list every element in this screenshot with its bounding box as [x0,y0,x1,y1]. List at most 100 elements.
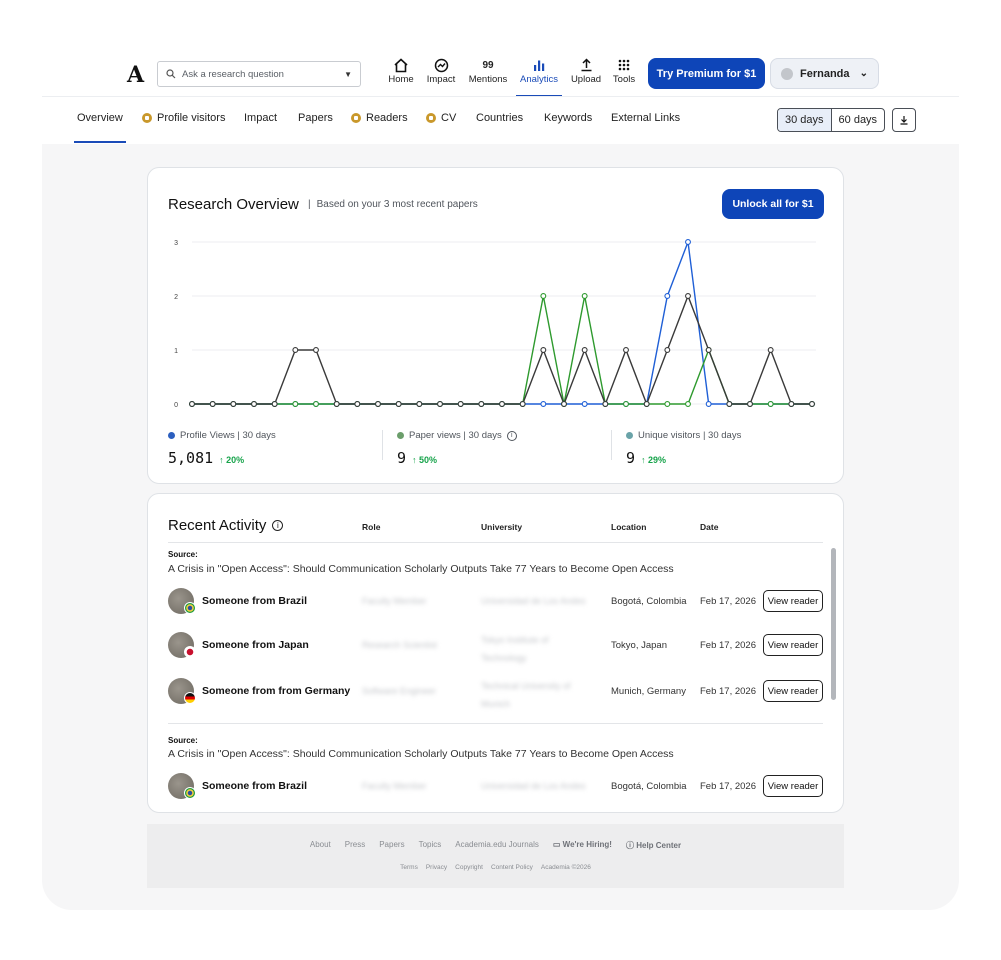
nav-analytics[interactable]: Analytics [514,56,564,97]
recent-activity-card: Recent Activity i Role University Locatio… [147,493,844,813]
tab-overview[interactable]: Overview [74,112,126,143]
footer-copyright-text: Academia ©2026 [540,864,591,871]
top-navigation: A Ask a research question ▼ Home Impact … [0,52,1001,97]
footer-link-papers[interactable]: Papers [379,840,404,851]
range-60-days-button[interactable]: 60 days [832,109,885,131]
activity-row: Someone from from Germany Software Engin… [168,676,828,709]
try-premium-button[interactable]: Try Premium for $1 [648,58,765,89]
data-point-2 [478,401,485,407]
column-university: University [481,522,523,532]
data-point-1 [623,401,629,407]
view-reader-button[interactable]: View reader [763,680,823,702]
caret-down-icon[interactable]: ▼ [344,70,352,79]
data-point-2 [561,401,567,407]
view-reader-button[interactable]: View reader [763,775,823,797]
data-point-0 [581,401,588,407]
data-point-2 [602,401,609,407]
data-point-2 [230,401,237,407]
footer-link-terms[interactable]: Terms [400,864,418,871]
data-point-1 [292,401,299,407]
analytics-icon [514,56,564,74]
search-icon [166,69,176,79]
paper-views-legend-dot [397,432,404,439]
series-line-0 [192,241,812,405]
tab-profile-visitors[interactable]: Profile visitors [142,112,225,124]
data-point-1 [581,293,588,299]
footer-link-copyright[interactable]: Copyright [455,864,483,871]
germany-flag-icon [184,692,196,704]
download-button[interactable] [892,108,916,132]
overview-subtitle: Based on your 3 most recent papers [308,199,478,210]
footer-link-about[interactable]: About [310,840,331,851]
reader-role: Software Engineer [362,686,437,696]
view-reader-button[interactable]: View reader [763,590,823,612]
data-point-2 [705,347,712,353]
data-point-2 [271,401,278,407]
user-name: Fernanda [800,67,850,80]
user-menu-button[interactable]: Fernanda ⌄ [770,58,879,89]
tab-countries[interactable]: Countries [476,112,523,124]
reader-date: Feb 17, 2026 [700,596,756,607]
footer-link-hiring[interactable]: ▭ We're Hiring! [553,840,612,851]
footer-link-content-policy[interactable]: Content Policy [491,864,533,871]
date-range-toggle: 30 days 60 days [777,108,886,132]
footer-link-press[interactable]: Press [345,840,365,851]
tab-keywords[interactable]: Keywords [544,112,592,124]
lock-icon [142,113,152,123]
data-point-2 [333,401,340,407]
nav-mentions[interactable]: 99 Mentions [463,56,513,86]
unique-visitors-value: 9 [626,449,636,467]
y-tick-label: 3 [174,240,178,247]
footer-link-help-center[interactable]: ⓘ Help Center [626,840,681,851]
footer-link-privacy[interactable]: Privacy [426,864,447,871]
analytics-tab-bar: Overview Profile visitors Impact Papers … [42,96,959,144]
overview-title: Research Overview [168,196,299,213]
footer-link-journals[interactable]: Academia.edu Journals [455,840,539,851]
data-point-2 [354,401,361,407]
impact-icon [416,56,466,74]
unique-visitors-legend-dot [626,432,633,439]
source-title[interactable]: A Crisis in "Open Access": Should Commun… [168,748,674,760]
view-reader-button[interactable]: View reader [763,634,823,656]
range-30-days-button[interactable]: 30 days [778,109,832,131]
nav-mentions-label: Mentions [468,74,508,85]
info-icon[interactable]: i [272,520,284,531]
data-point-2 [623,347,629,353]
data-point-0 [685,239,691,245]
help-icon: ⓘ [625,841,637,850]
info-icon[interactable]: i [506,430,517,441]
unlock-all-button[interactable]: Unlock all for $1 [722,189,824,219]
brazil-flag-icon [184,787,196,799]
data-point-2 [540,347,547,353]
source-label: Source: [168,736,198,745]
data-point-2 [726,401,733,407]
nav-tools[interactable]: Tools [599,56,649,85]
activity-row: Someone from Brazil Faculty Member Unive… [168,586,828,616]
reader-location: Munich, Germany [611,686,686,697]
academia-logo[interactable]: A [127,62,144,88]
tab-impact[interactable]: Impact [244,112,277,124]
search-input[interactable]: Ask a research question ▼ [157,61,361,87]
activity-scrollbar[interactable] [831,548,836,700]
tab-readers[interactable]: Readers [351,112,408,124]
reader-university: Technical University of Munich [481,681,571,709]
research-overview-card: Research Overview Based on your 3 most r… [147,167,844,484]
column-location: Location [611,522,647,532]
tab-external-links[interactable]: External Links [611,112,680,124]
nav-impact[interactable]: Impact [416,56,466,85]
reader-university: Universidad de Los Andes [481,596,586,606]
lock-icon [351,113,361,123]
lock-icon [426,113,436,123]
data-point-2 [809,401,815,407]
metric-paper-views: Paper views | 30 days i 9 ↑ 50% [397,430,517,467]
tab-papers[interactable]: Papers [298,112,333,124]
source-title[interactable]: A Crisis in "Open Access": Should Commun… [168,563,674,575]
footer-link-topics[interactable]: Topics [419,840,442,851]
download-icon [900,116,908,125]
chevron-down-icon: ⌄ [859,68,868,79]
data-point-2 [519,401,526,407]
reader-date: Feb 17, 2026 [700,640,756,651]
tab-cv[interactable]: CV [426,112,456,124]
search-placeholder: Ask a research question [182,68,284,80]
metric-profile-views: Profile Views | 30 days 5,081 ↑ 20% [168,430,276,467]
